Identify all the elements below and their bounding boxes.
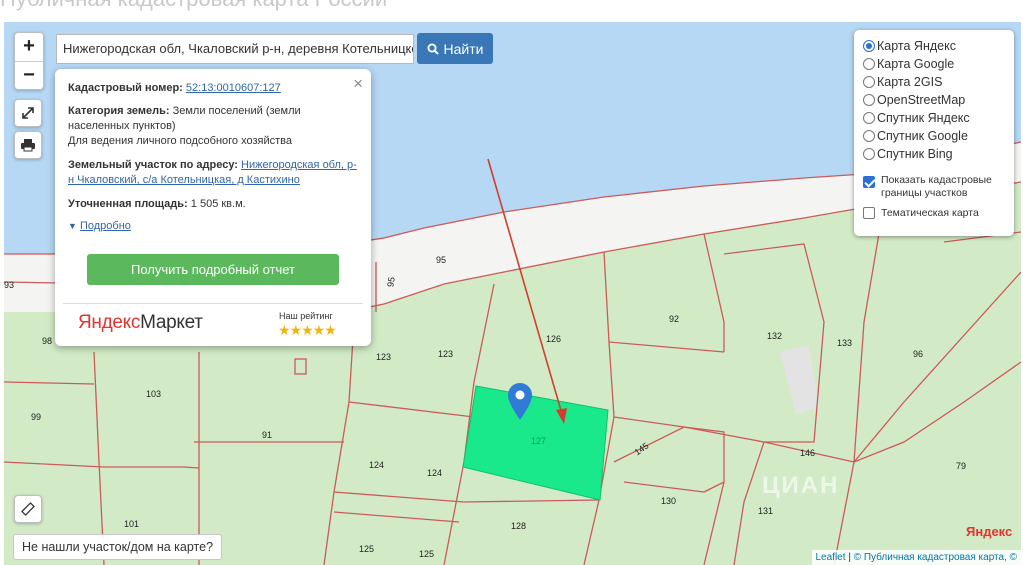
radio-icon	[863, 148, 875, 160]
attribution: Leaflet | © Публичная кадастровая карта,…	[811, 550, 1021, 565]
cadastral-number-link[interactable]: 52:13:0010607:127	[186, 82, 281, 94]
parcel-number: 124	[369, 460, 385, 470]
parcel-number: 123	[438, 349, 454, 359]
parcel-number: 125	[359, 544, 375, 554]
map-view[interactable]: 93 95 95 98 99 103 91 101 123 123 126 92…	[4, 22, 1021, 565]
area-value: 1 505 кв.м.	[190, 198, 246, 210]
checkbox-checked-icon	[863, 176, 875, 188]
layer-label: OpenStreetMap	[877, 93, 966, 107]
layer-openstreetmap[interactable]: OpenStreetMap	[863, 91, 965, 109]
radio-icon	[863, 112, 875, 124]
zoom-out-button[interactable]: −	[15, 61, 43, 89]
parcel-number: 103	[146, 389, 162, 399]
yandex-market-logo[interactable]: ЯндексМаркет	[78, 312, 203, 334]
option-label: Показать кадастровые границы участков	[881, 174, 992, 199]
option-label: Тематическая карта	[881, 207, 979, 219]
parcel-number: 127	[531, 436, 547, 446]
parcel-number: 95	[385, 276, 397, 288]
category-label: Категория земель:	[68, 105, 170, 117]
layer-2gis-map[interactable]: Карта 2GIS	[863, 73, 942, 91]
yandex-logo: Яндекс	[966, 524, 1013, 539]
parcel-number: 132	[767, 331, 783, 341]
parcel-number: 128	[511, 521, 527, 531]
rating-stars: ★★★★★	[278, 322, 337, 338]
layer-google-satellite[interactable]: Спутник Google	[863, 127, 968, 145]
search-icon	[427, 43, 439, 55]
source-link[interactable]: © Публичная кадастровая карта, ©	[854, 552, 1017, 563]
layer-label: Спутник Яндекс	[877, 111, 970, 125]
attribution-separator: |	[848, 552, 851, 563]
parcel-number: 91	[262, 430, 273, 440]
parcel-number: 101	[124, 519, 140, 529]
layer-label: Карта 2GIS	[877, 75, 943, 89]
area-row: Уточненная площадь: 1 505 кв.м.	[68, 197, 360, 212]
parcel-number: 124	[427, 468, 443, 478]
layer-bing-satellite[interactable]: Спутник Bing	[863, 145, 953, 163]
layer-yandex-map[interactable]: Карта Яндекс	[863, 37, 956, 55]
page-title: Публичная кадастровая карта России	[0, 0, 387, 12]
checkbox-icon	[863, 207, 875, 219]
parcel-number: 126	[546, 334, 562, 344]
caret-down-icon: ▼	[68, 221, 77, 231]
radio-icon	[863, 58, 875, 70]
layer-label: Карта Яндекс	[877, 39, 956, 53]
zoom-control: + −	[14, 32, 44, 90]
radio-icon	[863, 94, 875, 106]
parcel-number: 98	[42, 336, 53, 346]
layer-label: Карта Google	[877, 57, 955, 71]
print-button[interactable]	[14, 131, 42, 159]
area-label: Уточненная площадь:	[68, 198, 188, 210]
layer-yandex-satellite[interactable]: Спутник Яндекс	[863, 109, 970, 127]
thematic-map-option[interactable]: Тематическая карта	[863, 207, 979, 220]
search-button[interactable]: Найти	[417, 33, 493, 64]
layer-label: Спутник Bing	[877, 147, 953, 161]
layer-google-map[interactable]: Карта Google	[863, 55, 954, 73]
ruler-icon	[21, 502, 35, 516]
cadastral-label: Кадастровый номер:	[68, 82, 183, 94]
parcel-number: 99	[31, 412, 42, 422]
radio-icon	[863, 76, 875, 88]
details-toggle[interactable]: ▼ Подробно	[68, 219, 360, 234]
parcel-number: 133	[837, 338, 853, 348]
rating-label: Наш рейтинг	[279, 311, 333, 321]
layers-panel: Карта Яндекс Карта Google Карта 2GIS Ope…	[854, 30, 1014, 236]
parcel-number: 131	[758, 506, 774, 516]
watermark: ЦИАН	[762, 472, 840, 499]
radio-icon	[863, 130, 875, 142]
measure-button[interactable]	[14, 495, 42, 523]
details-link[interactable]: Подробно	[80, 220, 131, 232]
cadastral-number-row: Кадастровый номер: 52:13:0010607:127	[68, 81, 360, 96]
layer-label: Спутник Google	[877, 129, 968, 143]
page: Публичная кадастровая карта России	[0, 0, 1023, 565]
parcel-info-popup: × Кадастровый номер: 52:13:0010607:127 К…	[55, 69, 371, 346]
radio-selected-icon	[863, 40, 875, 52]
printer-icon	[21, 139, 35, 152]
parcel-number: 130	[661, 496, 677, 506]
parcel-number: 93	[4, 280, 15, 290]
divider	[63, 303, 363, 304]
address-row: Земельный участок по адресу: Нижегородск…	[68, 158, 360, 188]
parcel-number: 123	[376, 352, 392, 362]
leaflet-link[interactable]: Leaflet	[816, 552, 846, 563]
search-input[interactable]: Нижегородская обл, Чкаловский р-н, дерев…	[56, 34, 414, 64]
report-button[interactable]: Получить подробный отчет	[87, 254, 339, 285]
fullscreen-button[interactable]	[14, 99, 42, 127]
parcel-number: 146	[800, 448, 816, 458]
not-found-button[interactable]: Не нашли участок/дом на карте?	[13, 534, 223, 560]
address-label: Земельный участок по адресу:	[68, 159, 238, 171]
land-use-value: Для ведения личного подсобного хозяйства	[68, 135, 292, 147]
parcel-number: 96	[913, 349, 924, 359]
building-patch	[780, 345, 819, 414]
category-row: Категория земель: Земли поселений (земли…	[68, 104, 360, 134]
parcel-number: 95	[436, 255, 447, 265]
parcel-number: 125	[419, 549, 435, 559]
parcel-number: 79	[956, 461, 967, 471]
expand-icon	[22, 107, 34, 119]
parcel-number: 92	[669, 314, 680, 324]
zoom-in-button[interactable]: +	[15, 33, 43, 61]
show-boundaries-option[interactable]: Показать кадастровые границы участков	[863, 174, 1009, 200]
search-button-label: Найти	[443, 40, 484, 57]
